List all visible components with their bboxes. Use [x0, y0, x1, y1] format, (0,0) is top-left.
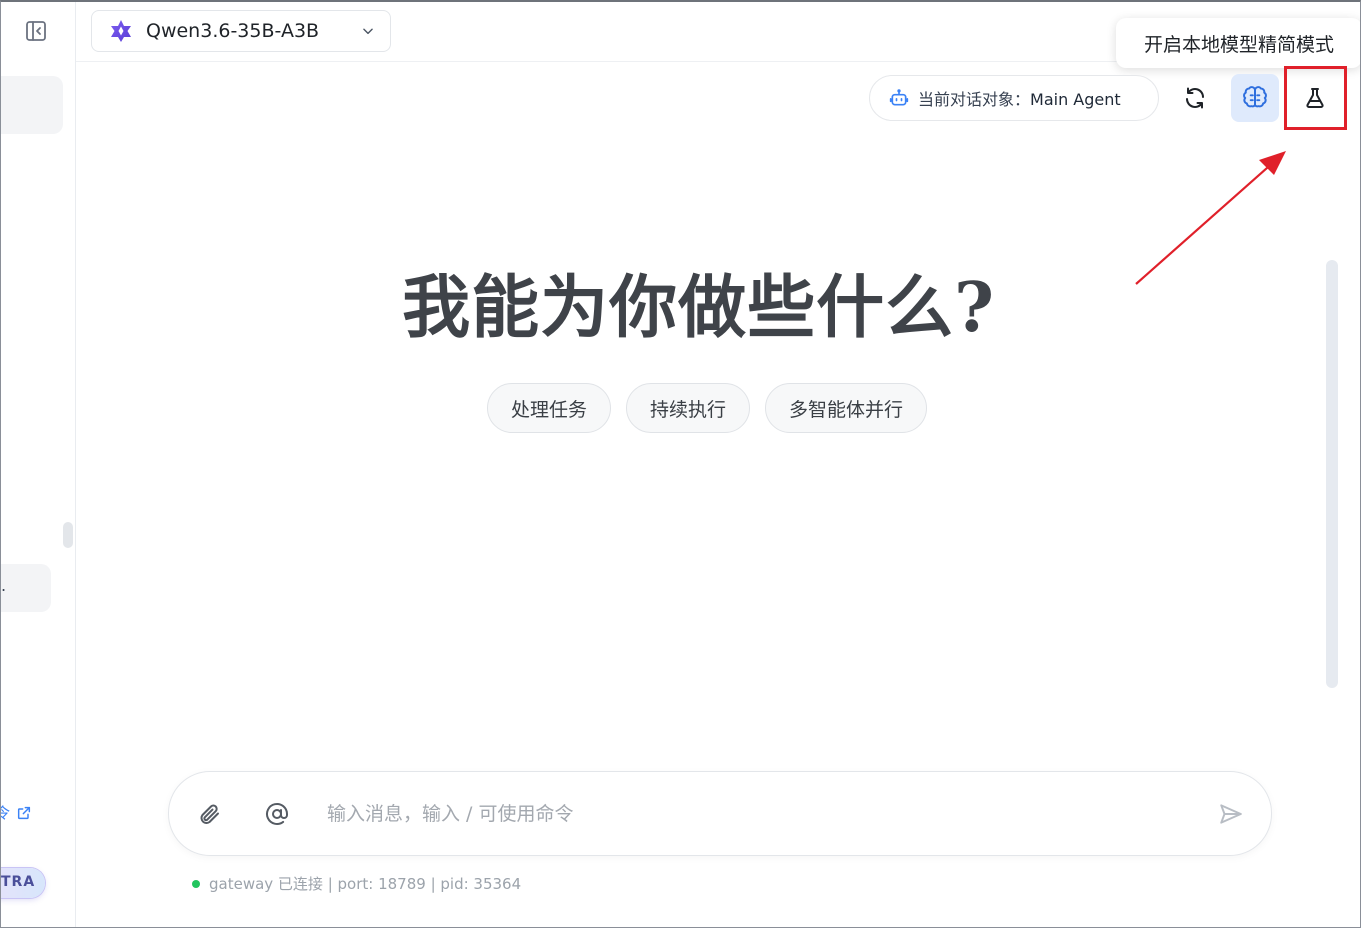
sidebar-list-item-text: .	[1, 576, 7, 595]
plan-badge-text: TRA	[1, 874, 36, 890]
hero-title: 我能为你做些什么?	[402, 268, 995, 348]
suggestion-chips: 处理任务 持续执行 多智能体并行	[487, 383, 928, 433]
suggestion-chip[interactable]: 多智能体并行	[765, 383, 928, 433]
at-icon	[266, 802, 288, 825]
send-icon	[1220, 804, 1242, 824]
status-dot-icon	[192, 879, 200, 888]
agent-target-name: Main Agent	[1030, 90, 1121, 109]
chevron-down-icon	[360, 23, 376, 39]
sidebar-conversation-item[interactable]	[1, 76, 63, 134]
gateway-status: gateway 已连接 | port: 18789 | pid: 35364	[192, 873, 521, 894]
qwen-logo-icon	[108, 18, 134, 44]
sidebar: . 令 TRA	[1, 2, 76, 927]
plan-badge[interactable]: TRA	[1, 868, 45, 898]
message-composer	[168, 771, 1272, 856]
app-window: . 令 TRA	[0, 0, 1361, 928]
sidebar-scrollbar[interactable]	[63, 522, 73, 548]
main-scrollbar[interactable]	[1326, 260, 1338, 688]
highlight-box	[1284, 66, 1347, 130]
sidebar-collapse-button[interactable]	[19, 16, 53, 46]
sidebar-external-link[interactable]: 令	[1, 802, 32, 823]
message-input[interactable]	[327, 794, 1187, 834]
model-selector[interactable]: Qwen3.6-35B-A3B	[91, 10, 391, 52]
agent-target-selector[interactable]: 当前对话对象：Main Agent	[869, 75, 1159, 121]
agent-target-label: 当前对话对象：	[918, 90, 1031, 109]
mention-button[interactable]	[262, 799, 292, 829]
lite-mode-tooltip: 开启本地模型精简模式	[1116, 18, 1360, 68]
sidebar-link-text: 令	[1, 802, 10, 823]
attach-button[interactable]	[194, 799, 224, 829]
paperclip-icon	[200, 804, 219, 824]
model-name: Qwen3.6-35B-A3B	[146, 20, 320, 42]
suggestion-chip[interactable]: 处理任务	[487, 383, 612, 433]
annotation-arrow	[1135, 151, 1286, 285]
gateway-status-text: gateway 已连接 | port: 18789 | pid: 35364	[209, 875, 522, 893]
refresh-icon	[1186, 87, 1204, 109]
brain-icon	[1243, 86, 1267, 108]
refresh-button[interactable]	[1171, 74, 1219, 122]
sidebar-list-item[interactable]: .	[1, 564, 51, 612]
robot-icon	[888, 87, 910, 109]
brain-mode-button[interactable]	[1231, 74, 1279, 122]
send-button[interactable]	[1216, 799, 1246, 829]
suggestion-chip[interactable]: 持续执行	[626, 383, 751, 433]
external-link-icon	[17, 806, 31, 819]
sidebar-collapse-icon	[26, 21, 46, 41]
